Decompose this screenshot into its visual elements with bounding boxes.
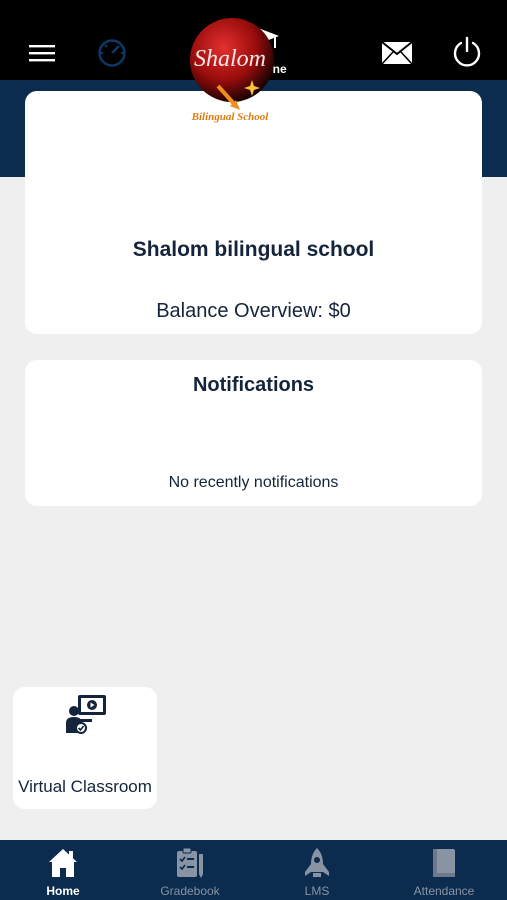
logout-button[interactable] (450, 34, 484, 70)
school-logo: Shalom Bilingual School (182, 14, 278, 124)
virtual-classroom-icon (64, 693, 108, 737)
nav-attendance[interactable]: Attendance (381, 840, 507, 900)
virtual-classroom-label: Virtual Classroom (18, 777, 152, 796)
dashboard-icon (98, 39, 126, 67)
nav-lms-label: LMS (304, 884, 330, 898)
book-icon (433, 849, 455, 877)
nav-attendance-label: Attendance (413, 884, 475, 898)
dashboard-button[interactable] (94, 35, 130, 71)
school-card (25, 91, 482, 334)
nav-lms[interactable]: LMS (254, 840, 380, 900)
messages-button[interactable] (380, 38, 414, 68)
nav-home[interactable]: Home (0, 840, 126, 900)
rocket-icon (305, 848, 329, 877)
nav-home-label: Home (46, 884, 80, 898)
nav-gradebook[interactable]: Gradebook (127, 840, 253, 900)
notifications-empty-message: No recently notifications (168, 474, 339, 491)
notifications-title: Notifications (192, 374, 315, 396)
bottom-nav: Home Gradebook LMS Attendance (0, 840, 507, 900)
school-name: Shalom bilingual school (132, 238, 375, 261)
menu-icon (29, 45, 55, 62)
gradebook-icon (177, 847, 203, 878)
balance-overview[interactable]: Balance Overview: $0 (0, 300, 507, 323)
mail-icon (381, 41, 413, 65)
nav-gradebook-label: Gradebook (160, 884, 220, 898)
svg-text:Shalom: Shalom (194, 46, 266, 72)
power-icon (453, 36, 481, 67)
menu-button[interactable] (25, 36, 59, 70)
home-icon (49, 849, 77, 877)
svg-text:Bilingual School: Bilingual School (191, 111, 270, 123)
